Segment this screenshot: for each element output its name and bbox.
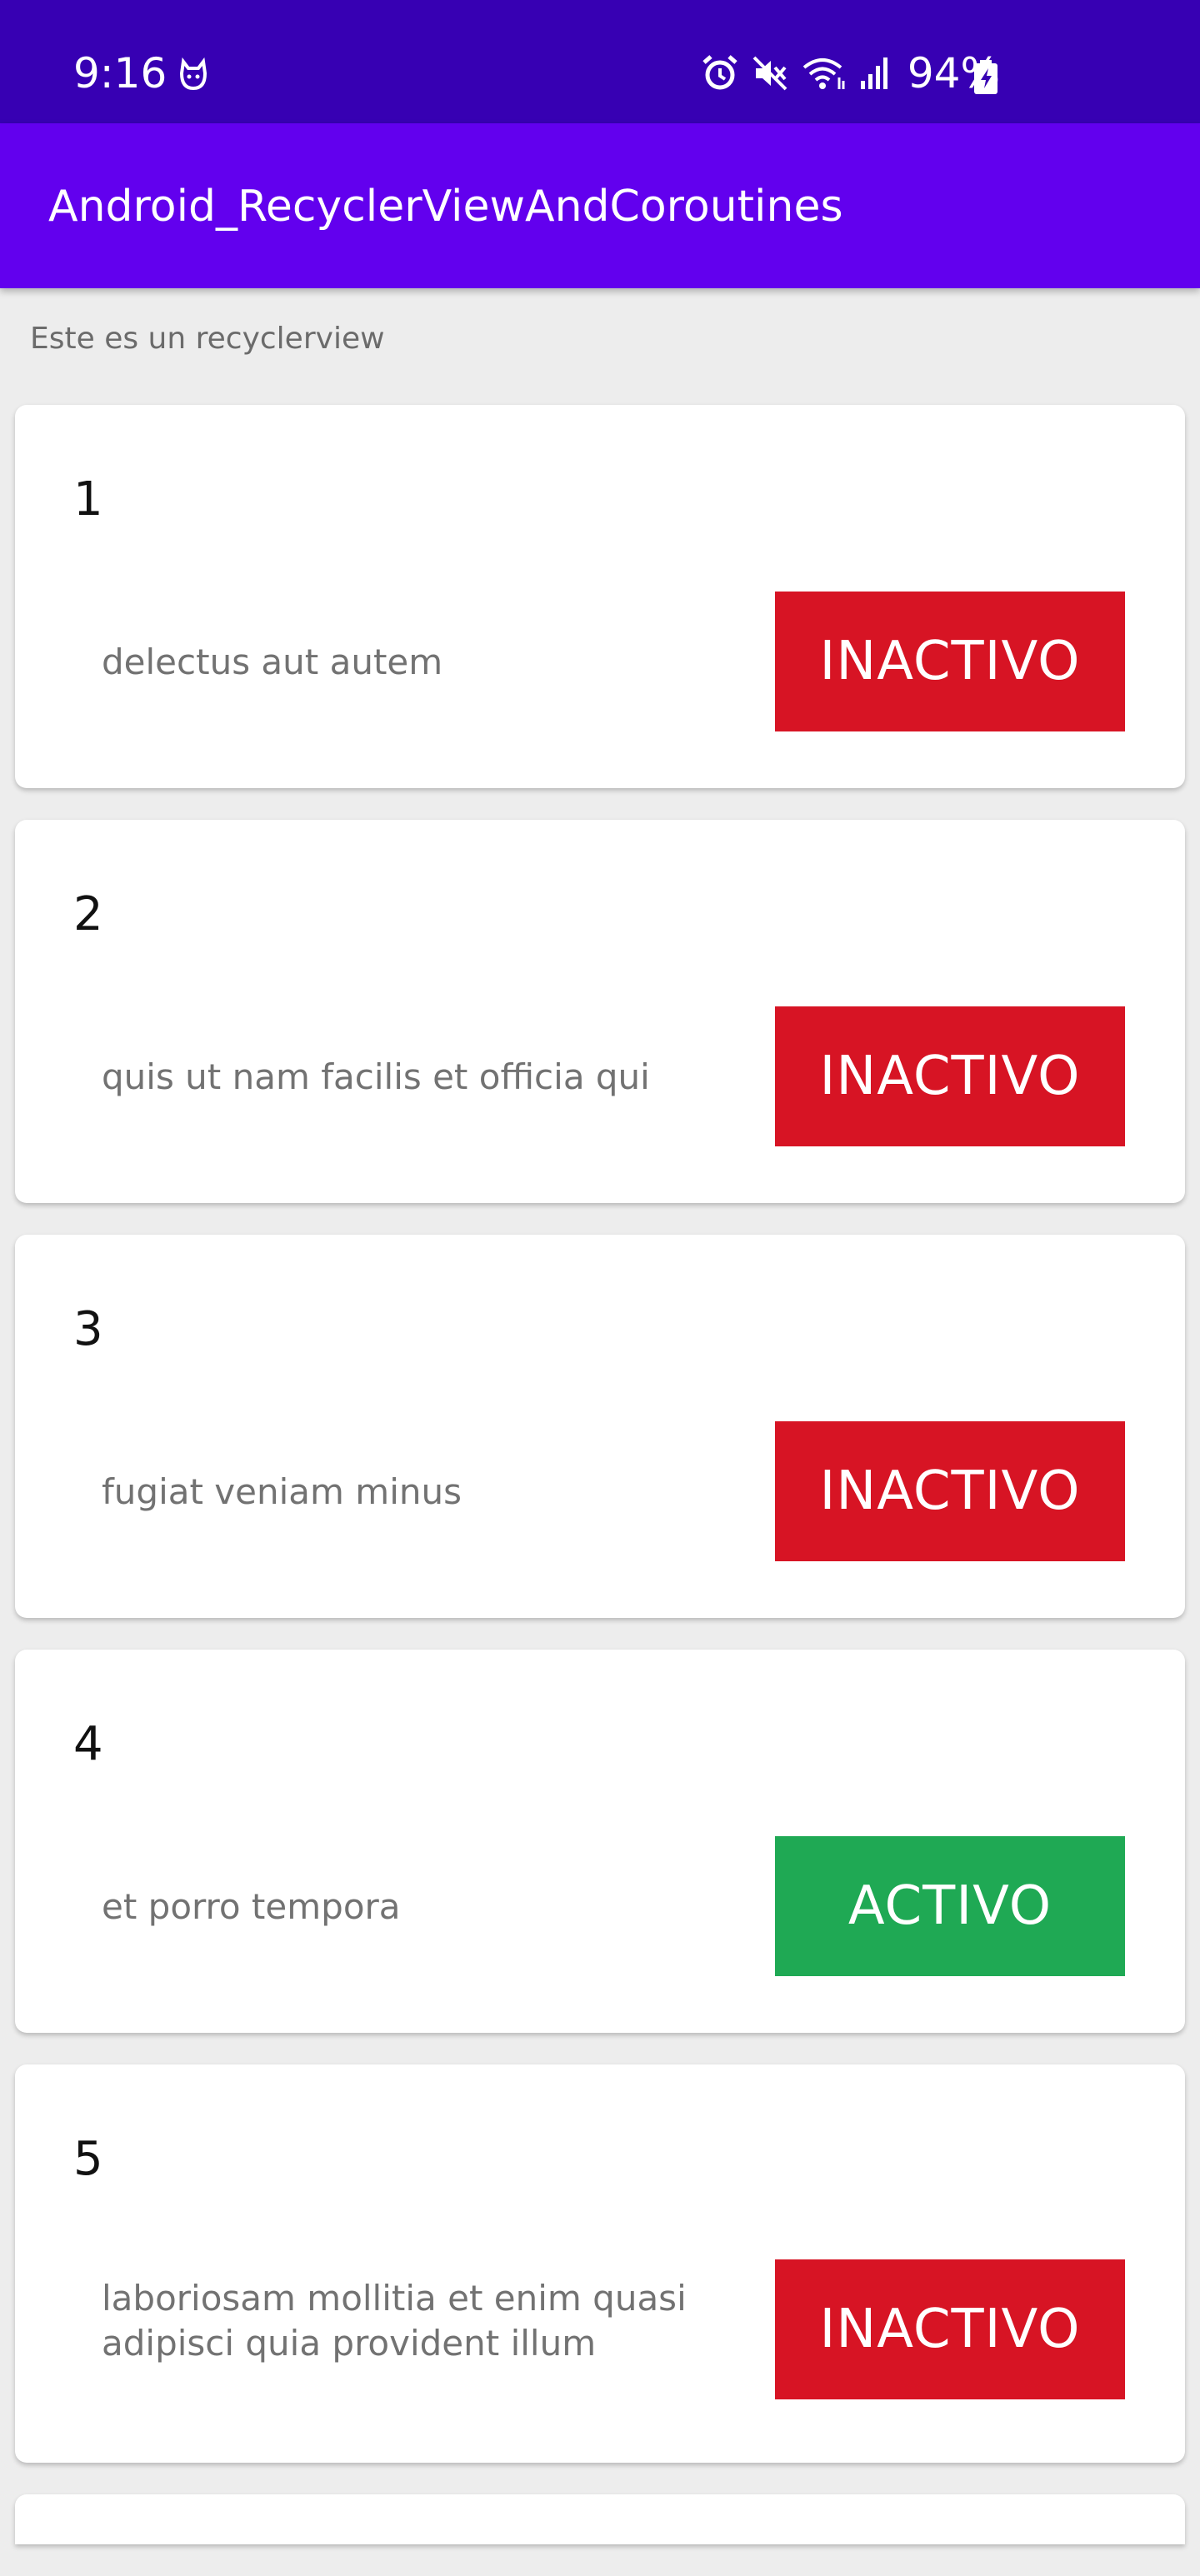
status-button[interactable]: INACTIVO [775,1421,1125,1561]
item-title: fugiat veniam minus [102,1471,462,1512]
item-title: quis ut nam facilis et officia qui [102,1056,650,1097]
app-bar: Android_RecyclerViewAndCoroutines [0,123,1200,288]
status-button[interactable]: INACTIVO [775,1006,1125,1146]
item-id: 5 [73,2132,103,2186]
item-id: 3 [73,1302,103,1356]
list-item[interactable]: 1 delectus aut autem INACTIVO [15,405,1185,788]
list-item[interactable]: 3 fugiat veniam minus INACTIVO [15,1235,1185,1618]
status-button[interactable]: INACTIVO [775,592,1125,731]
app-title: Android_RecyclerViewAndCoroutines [48,182,843,232]
status-bar: 9:16 94% [0,0,1200,123]
battery-charging-icon [974,60,998,94]
list-item[interactable]: 2 quis ut nam facilis et officia qui INA… [15,820,1185,1203]
item-title: laboriosam mollitia et enim quasi adipis… [102,2278,687,2364]
list-header: Este es un recyclerview [30,322,385,356]
signal-icon [860,57,888,89]
item-title: delectus aut autem [102,642,443,682]
status-time: 9:16 [73,49,168,97]
status-button[interactable]: INACTIVO [775,2259,1125,2399]
pet-notification-icon [179,57,208,91]
item-title: et porro tempora [102,1886,401,1927]
list-item[interactable]: 4 et porro tempora ACTIVO [15,1650,1185,2033]
item-id: 2 [73,887,103,941]
wifi-icon [802,58,845,89]
list-item[interactable]: 5 laboriosam mollitia et enim quasi adip… [15,2064,1185,2463]
mute-icon [752,56,788,91]
alarm-icon [702,55,738,90]
recycler-list[interactable]: 1 delectus aut autem INACTIVO 2 quis ut … [15,405,1185,2576]
list-item-partial[interactable] [15,2494,1185,2544]
item-id: 4 [73,1717,103,1771]
status-button[interactable]: ACTIVO [775,1836,1125,1976]
item-id: 1 [73,472,103,527]
status-icons: 94% [701,48,1000,98]
